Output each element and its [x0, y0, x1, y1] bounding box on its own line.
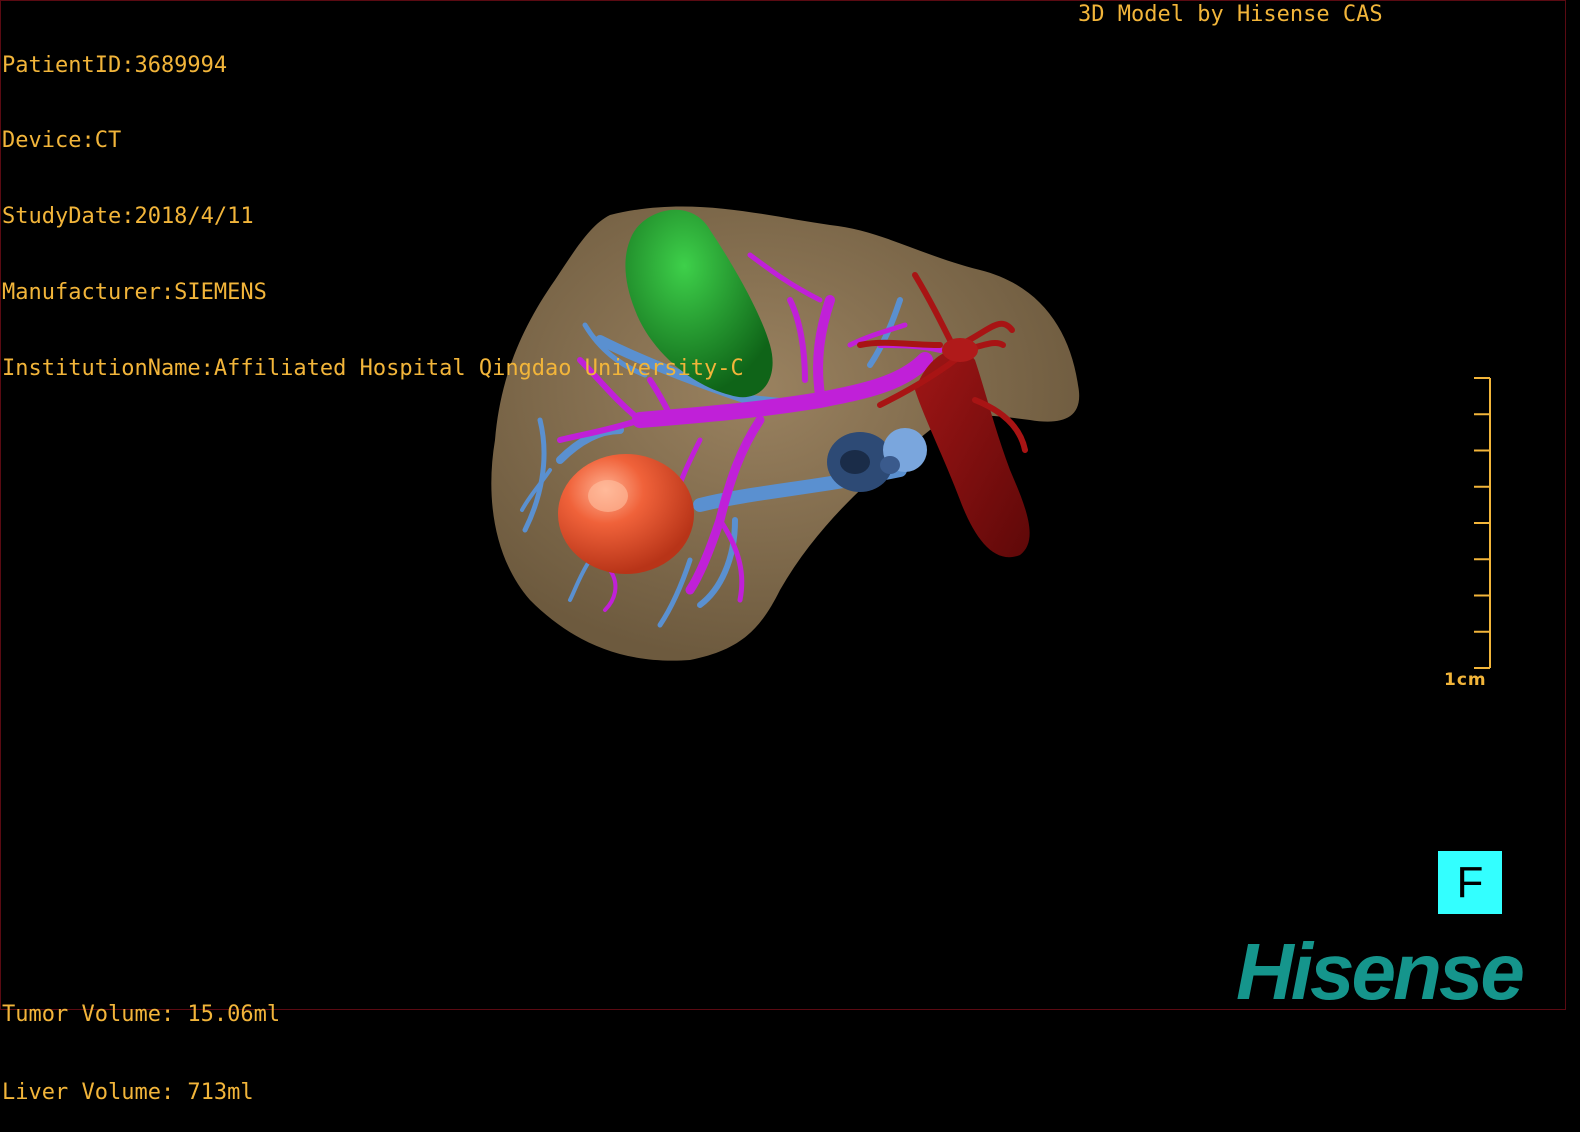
patient-id-text: PatientID:3689994 [2, 52, 228, 78]
hisense-logo: Hisense [1236, 927, 1525, 1016]
liver-volume-text: Liver Volume: 713ml [2, 1080, 254, 1105]
tumor [558, 454, 694, 574]
study-date-text: StudyDate:2018/4/11 [2, 204, 254, 230]
scale-bar [1474, 377, 1491, 669]
model-credit: 3D Model by Hisense CAS [1078, 2, 1383, 27]
tumor-volume-text: Tumor Volume: 15.06ml [2, 1002, 281, 1027]
volume-readout: Tumor Volume: 15.06ml Liver Volume: 713m… [2, 950, 280, 1132]
front-view-button[interactable]: F [1438, 851, 1502, 914]
study-info: PatientID:3689994 Device:CT StudyDate:20… [2, 2, 744, 407]
manufacturer-text: Manufacturer:SIEMENS [2, 280, 267, 306]
hepatic-vein-trunk [827, 428, 927, 492]
institution-text: InstitutionName:Affiliated Hospital Qing… [2, 356, 744, 382]
device-text: Device:CT [2, 128, 122, 154]
scale-bar-label: 1cm [1444, 670, 1487, 690]
